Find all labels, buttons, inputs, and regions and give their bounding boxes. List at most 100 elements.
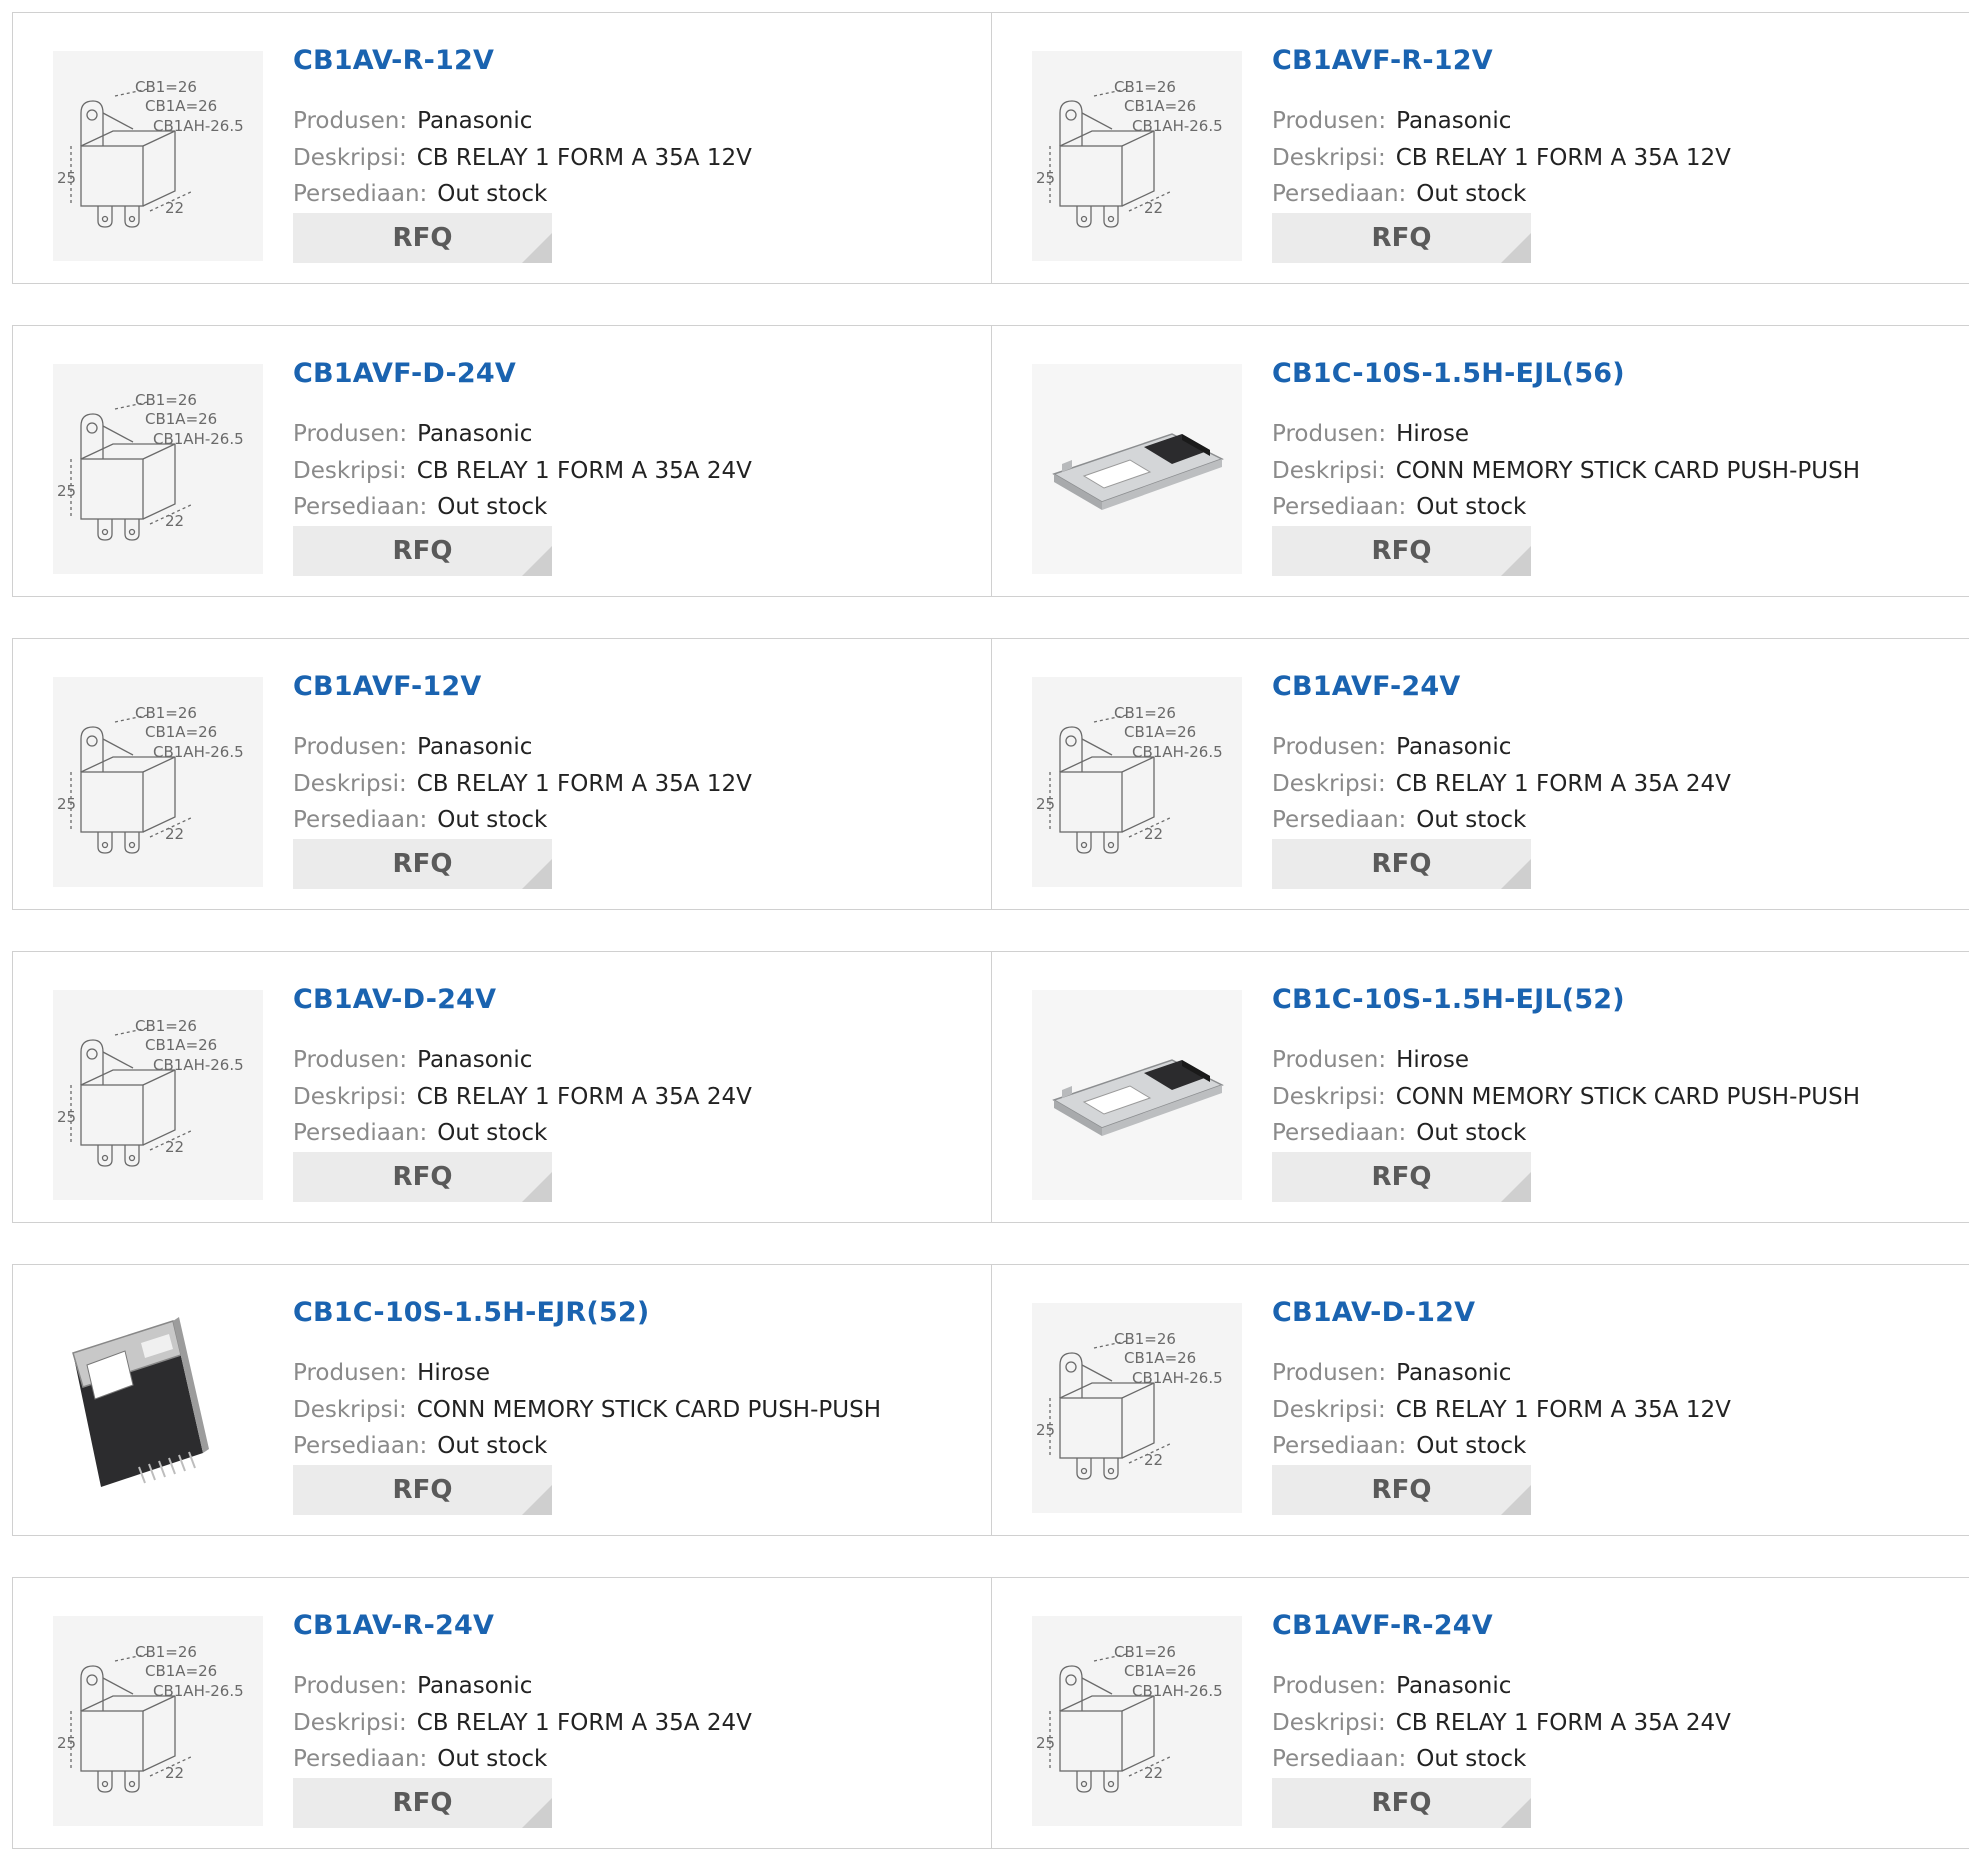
stock-label: Persediaan: [293,1433,428,1459]
rfq-button[interactable]: RFQ [1272,213,1531,263]
svg-text:CB1A=26: CB1A=26 [145,723,217,741]
rfq-button-label: RFQ [392,1475,453,1505]
product-name-link[interactable]: CB1AV-D-12V [1272,1297,1475,1328]
product-image[interactable]: CB1=26 CB1A=26 CB1AH-26.5 25 22 [1032,1303,1242,1513]
product-name-link[interactable]: CB1AVF-24V [1272,671,1460,702]
product-grid: CB1=26 CB1A=26 CB1AH-26.5 25 22 CB1AV-R-… [0,0,1969,1849]
product-card: CB1C-10S-1.5H-EJL(52) Produsen: Hirose De… [991,952,1969,1222]
svg-text:CB1A=26: CB1A=26 [1124,1662,1196,1680]
description-line: Deskripsi: CONN MEMORY STICK CARD PUSH-PU… [1272,1082,1860,1112]
manufacturer-value: Panasonic [417,734,533,760]
manufacturer-value: Panasonic [1396,734,1512,760]
product-name-link[interactable]: CB1AVF-R-24V [1272,1610,1493,1641]
rfq-button[interactable]: RFQ [1272,1778,1531,1828]
svg-text:CB1AH-26.5: CB1AH-26.5 [153,1682,244,1700]
manufacturer-line: Produsen: Panasonic [293,1671,532,1701]
svg-text:CB1AH-26.5: CB1AH-26.5 [153,743,244,761]
product-name-link[interactable]: CB1AVF-D-24V [293,358,516,389]
product-name-link[interactable]: CB1AVF-R-12V [1272,45,1493,76]
rfq-button[interactable]: RFQ [293,1152,552,1202]
relay-drawing: CB1=26 CB1A=26 CB1AH-26.5 25 22 [53,677,263,887]
manufacturer-line: Produsen: Panasonic [1272,1671,1511,1701]
svg-text:25: 25 [1036,1421,1055,1439]
product-image[interactable]: CB1=26 CB1A=26 CB1AH-26.5 25 22 [53,364,263,574]
svg-text:CB1=26: CB1=26 [135,78,197,96]
corner-triangle-icon [1501,859,1531,889]
rfq-button[interactable]: RFQ [293,213,552,263]
stock-value: Out stock [1416,494,1527,520]
description-label: Deskripsi: [1272,1710,1386,1736]
stock-line: Persediaan: Out stock [1272,1744,1526,1774]
rfq-button[interactable]: RFQ [1272,839,1531,889]
svg-text:22: 22 [165,825,184,843]
relay-drawing: CB1=26 CB1A=26 CB1AH-26.5 25 22 [53,364,263,574]
product-image[interactable]: CB1=26 CB1A=26 CB1AH-26.5 25 22 [1032,1616,1242,1826]
description-value: CB RELAY 1 FORM A 35A 12V [1395,145,1731,171]
product-name-link[interactable]: CB1AVF-12V [293,671,481,702]
product-image[interactable]: CB1=26 CB1A=26 CB1AH-26.5 25 22 [53,1616,263,1826]
description-value: CONN MEMORY STICK CARD PUSH-PUSH [1395,1084,1860,1110]
svg-text:22: 22 [1144,199,1163,217]
rfq-button[interactable]: RFQ [1272,1465,1531,1515]
product-name-link[interactable]: CB1AV-D-24V [293,984,496,1015]
description-line: Deskripsi: CB RELAY 1 FORM A 35A 12V [293,143,752,173]
relay-drawing: CB1=26 CB1A=26 CB1AH-26.5 25 22 [1032,677,1242,887]
product-image[interactable] [53,1303,263,1513]
product-image[interactable]: CB1=26 CB1A=26 CB1AH-26.5 25 22 [53,51,263,261]
stock-value: Out stock [437,494,548,520]
manufacturer-label: Produsen: [1272,1360,1387,1386]
svg-text:22: 22 [165,1138,184,1156]
relay-drawing: CB1=26 CB1A=26 CB1AH-26.5 25 22 [1032,1303,1242,1513]
svg-text:22: 22 [165,512,184,530]
description-line: Deskripsi: CB RELAY 1 FORM A 35A 24V [293,1082,752,1112]
manufacturer-line: Produsen: Panasonic [1272,1358,1511,1388]
product-card: CB1=26 CB1A=26 CB1AH-26.5 25 22 CB1AVF-D… [13,326,991,596]
relay-drawing: CB1=26 CB1A=26 CB1AH-26.5 25 22 [1032,1616,1242,1826]
rfq-button[interactable]: RFQ [293,1778,552,1828]
description-line: Deskripsi: CB RELAY 1 FORM A 35A 24V [1272,769,1731,799]
svg-text:CB1=26: CB1=26 [135,704,197,722]
product-card: CB1=26 CB1A=26 CB1AH-26.5 25 22 CB1AV-R-… [13,13,991,283]
product-image[interactable]: CB1=26 CB1A=26 CB1AH-26.5 25 22 [53,677,263,887]
stock-label: Persediaan: [293,494,428,520]
corner-triangle-icon [1501,1798,1531,1828]
stock-line: Persediaan: Out stock [293,1118,547,1148]
product-image[interactable]: CB1=26 CB1A=26 CB1AH-26.5 25 22 [53,990,263,1200]
rfq-button[interactable]: RFQ [1272,526,1531,576]
rfq-button[interactable]: RFQ [293,526,552,576]
corner-triangle-icon [522,233,552,263]
description-value: CB RELAY 1 FORM A 35A 24V [416,1710,752,1736]
manufacturer-line: Produsen: Panasonic [1272,106,1511,136]
corner-triangle-icon [1501,1172,1531,1202]
product-image[interactable] [1032,990,1242,1200]
stock-value: Out stock [1416,1120,1527,1146]
description-label: Deskripsi: [293,145,407,171]
rfq-button-label: RFQ [392,1788,453,1818]
product-name-link[interactable]: CB1C-10S-1.5H-EJR(52) [293,1297,649,1328]
product-name-link[interactable]: CB1C-10S-1.5H-EJL(52) [1272,984,1625,1015]
stock-label: Persediaan: [293,1746,428,1772]
svg-text:25: 25 [1036,169,1055,187]
rfq-button[interactable]: RFQ [293,1465,552,1515]
product-image[interactable]: CB1=26 CB1A=26 CB1AH-26.5 25 22 [1032,677,1242,887]
stock-line: Persediaan: Out stock [1272,492,1526,522]
product-name-link[interactable]: CB1C-10S-1.5H-EJL(56) [1272,358,1625,389]
product-name-link[interactable]: CB1AV-R-24V [293,1610,494,1641]
stock-line: Persediaan: Out stock [293,179,547,209]
stock-value: Out stock [437,1746,548,1772]
product-name-link[interactable]: CB1AV-R-12V [293,45,494,76]
manufacturer-line: Produsen: Panasonic [293,732,532,762]
rfq-button[interactable]: RFQ [1272,1152,1531,1202]
stock-value: Out stock [437,1120,548,1146]
card-connector-image [53,1303,263,1513]
stock-line: Persediaan: Out stock [293,1744,547,1774]
manufacturer-label: Produsen: [293,734,408,760]
description-value: CB RELAY 1 FORM A 35A 24V [416,1084,752,1110]
manufacturer-line: Produsen: Hirose [1272,1045,1469,1075]
product-image[interactable]: CB1=26 CB1A=26 CB1AH-26.5 25 22 [1032,51,1242,261]
rfq-button[interactable]: RFQ [293,839,552,889]
stock-label: Persediaan: [1272,1433,1407,1459]
product-image[interactable] [1032,364,1242,574]
manufacturer-line: Produsen: Panasonic [293,106,532,136]
rfq-button-label: RFQ [1371,1162,1432,1192]
